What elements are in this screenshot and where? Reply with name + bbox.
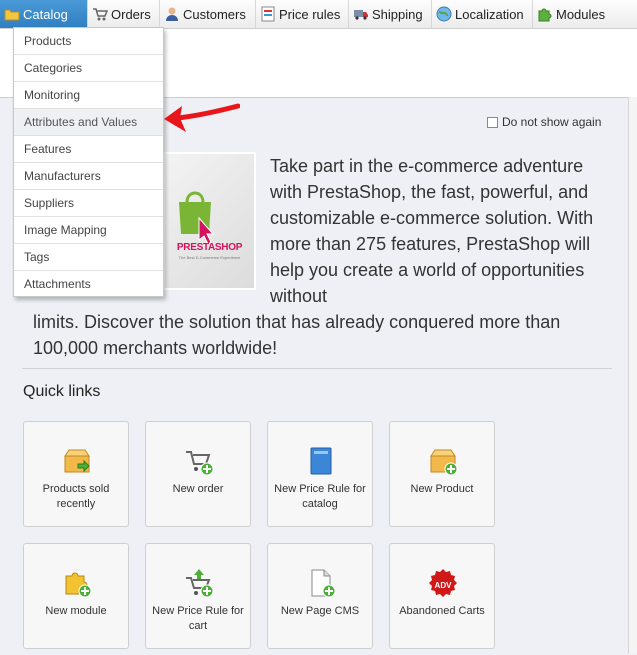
quick-link-label: New Page CMS — [280, 605, 360, 617]
tab-label: Localization — [455, 6, 524, 22]
quick-link-new-page-cms[interactable]: New Page CMS — [267, 543, 373, 649]
logo-tagline: The Best E-Commerce Experience — [178, 255, 241, 260]
adv-badge-text: ADV — [434, 581, 452, 590]
tab-label: Modules — [556, 6, 606, 22]
tab-label: Price rules — [279, 6, 341, 22]
box-add-icon — [428, 446, 458, 476]
do-not-show-again[interactable]: Do not show again — [487, 115, 601, 129]
quick-link-new-price-rule-catalog[interactable]: New Price Rule for catalog — [267, 421, 373, 527]
scrollbar-track[interactable] — [628, 97, 637, 654]
tab-localization[interactable]: Localization — [432, 0, 533, 28]
quick-link-new-module[interactable]: New module — [23, 543, 129, 649]
cart-add-icon — [184, 446, 214, 476]
quick-link-abandoned-carts[interactable]: ADV Abandoned Carts — [389, 543, 495, 649]
tab-label: Shipping — [372, 6, 423, 22]
menu-item-attachments[interactable]: Attachments — [14, 271, 163, 298]
tab-orders[interactable]: Orders — [88, 0, 160, 28]
menu-item-products[interactable]: Products — [14, 28, 163, 55]
menu-item-monitoring[interactable]: Monitoring — [14, 82, 163, 109]
logo-wordmark: PRESTASHOP — [176, 242, 243, 253]
quick-link-new-price-rule-cart[interactable]: New Price Rule for cart — [145, 543, 251, 649]
red-arrow-annotation — [164, 103, 240, 132]
menu-item-categories[interactable]: Categories — [14, 55, 163, 82]
cart-icon — [92, 6, 109, 22]
quick-link-label: New order — [172, 483, 224, 495]
cart-up-add-icon — [184, 568, 214, 598]
quick-link-label: New Product — [410, 483, 474, 495]
tab-label: Catalog — [23, 6, 68, 22]
globe-icon — [436, 6, 452, 22]
intro-text-part1: Take part in the e-commerce adventure wi… — [270, 156, 594, 306]
tab-label: Customers — [183, 6, 246, 22]
menu-item-manufacturers[interactable]: Manufacturers — [14, 163, 163, 190]
quick-link-products-sold-recently[interactable]: Products sold recently — [23, 421, 129, 527]
menu-item-attributes-and-values[interactable]: Attributes and Values — [14, 109, 163, 136]
do-not-show-label: Do not show again — [502, 115, 602, 129]
quick-link-new-order[interactable]: New order — [145, 421, 251, 527]
menu-item-features[interactable]: Features — [14, 136, 163, 163]
quick-link-new-product[interactable]: New Product — [389, 421, 495, 527]
adv-badge-icon: ADV — [428, 568, 458, 598]
prestashop-logo: PRESTASHOP The Best E-Commerce Experienc… — [163, 152, 256, 290]
box-arrow-icon — [62, 446, 92, 476]
top-navigation: Catalog Orders Customers Price rules Shi… — [0, 0, 637, 29]
tab-catalog[interactable]: Catalog — [0, 0, 88, 28]
book-icon — [306, 446, 336, 476]
quick-link-label: New Price Rule for catalog — [274, 483, 366, 510]
tab-modules[interactable]: Modules — [533, 0, 637, 28]
divider — [22, 368, 612, 369]
prestashop-logo-icon — [179, 191, 215, 245]
menu-item-image-mapping[interactable]: Image Mapping — [14, 217, 163, 244]
truck-icon — [353, 6, 369, 22]
tab-shipping[interactable]: Shipping — [349, 0, 432, 28]
page-add-icon — [306, 568, 336, 598]
do-not-show-checkbox[interactable] — [487, 116, 498, 128]
tab-label: Orders — [111, 6, 151, 22]
quick-link-label: New module — [45, 605, 107, 617]
catalog-dropdown-menu: Products Categories Monitoring Attribute… — [13, 27, 164, 297]
quick-link-label: New Price Rule for cart — [152, 605, 244, 632]
menu-item-suppliers[interactable]: Suppliers — [14, 190, 163, 217]
menu-item-tags[interactable]: Tags — [14, 244, 163, 271]
intro-text-part2: limits. Discover the solution that has a… — [33, 312, 561, 358]
puzzle-add-icon — [62, 568, 92, 598]
puzzle-icon — [537, 6, 553, 22]
tab-customers[interactable]: Customers — [160, 0, 256, 28]
quick-link-label: Abandoned Carts — [399, 605, 485, 617]
quick-link-label: Products sold recently — [42, 483, 110, 510]
customer-icon — [164, 6, 180, 22]
tab-price-rules[interactable]: Price rules — [256, 0, 349, 28]
folder-icon — [4, 6, 20, 22]
price-rules-icon — [260, 6, 276, 22]
quick-links-title: Quick links — [23, 383, 101, 400]
